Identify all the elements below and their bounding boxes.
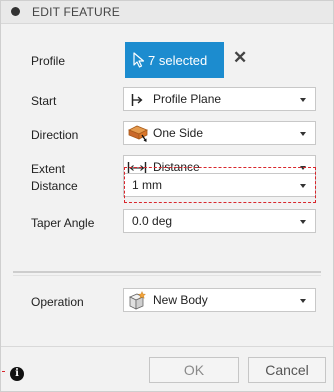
collapse-toggle-icon[interactable]	[11, 7, 20, 16]
edit-feature-panel: EDIT FEATURE Profile 7 selected ✕ Start …	[0, 0, 334, 392]
panel-header[interactable]: EDIT FEATURE	[1, 1, 333, 24]
cursor-arrow-icon	[133, 52, 145, 71]
start-value: Profile Plane	[153, 92, 222, 106]
chevron-down-icon[interactable]	[300, 220, 306, 224]
one-side-icon	[127, 124, 149, 146]
section-divider-shadow	[13, 275, 321, 276]
profile-label: Profile	[31, 54, 66, 68]
operation-dropdown[interactable]: New Body	[123, 288, 316, 312]
chevron-down-icon	[300, 132, 306, 136]
chevron-down-icon[interactable]	[300, 184, 306, 188]
footer-divider	[1, 346, 333, 347]
new-body-icon	[127, 290, 147, 313]
taper-angle-value[interactable]: 0.0 deg	[132, 214, 172, 228]
distance-label: Distance	[31, 179, 78, 193]
chevron-down-icon	[300, 299, 306, 303]
section-divider	[13, 271, 321, 273]
chevron-down-icon	[300, 166, 306, 170]
extent-value: Distance	[153, 160, 200, 174]
distance-input[interactable]: 1 mm	[123, 173, 316, 197]
extent-label: Extent	[31, 162, 66, 176]
taper-angle-input[interactable]: 0.0 deg	[123, 209, 316, 233]
ok-button[interactable]: OK	[149, 357, 239, 383]
start-label: Start	[31, 94, 57, 108]
operation-value: New Body	[153, 293, 208, 307]
chevron-down-icon	[300, 98, 306, 102]
taper-angle-label: Taper Angle	[31, 216, 95, 230]
direction-dropdown[interactable]: One Side	[123, 121, 316, 145]
direction-label: Direction	[31, 128, 79, 142]
cancel-button[interactable]: Cancel	[248, 357, 326, 383]
info-icon[interactable]: i	[10, 367, 24, 381]
profile-plane-icon	[131, 93, 143, 110]
direction-value: One Side	[153, 126, 204, 140]
profile-select-button[interactable]: 7 selected	[125, 42, 224, 78]
start-dropdown[interactable]: Profile Plane	[123, 87, 316, 111]
panel-title: EDIT FEATURE	[32, 5, 120, 19]
guide-marker	[2, 371, 5, 372]
operation-label: Operation	[31, 295, 84, 309]
close-icon[interactable]: ✕	[233, 48, 247, 68]
distance-value[interactable]: 1 mm	[132, 178, 162, 192]
profile-select-label: 7 selected	[148, 53, 208, 68]
